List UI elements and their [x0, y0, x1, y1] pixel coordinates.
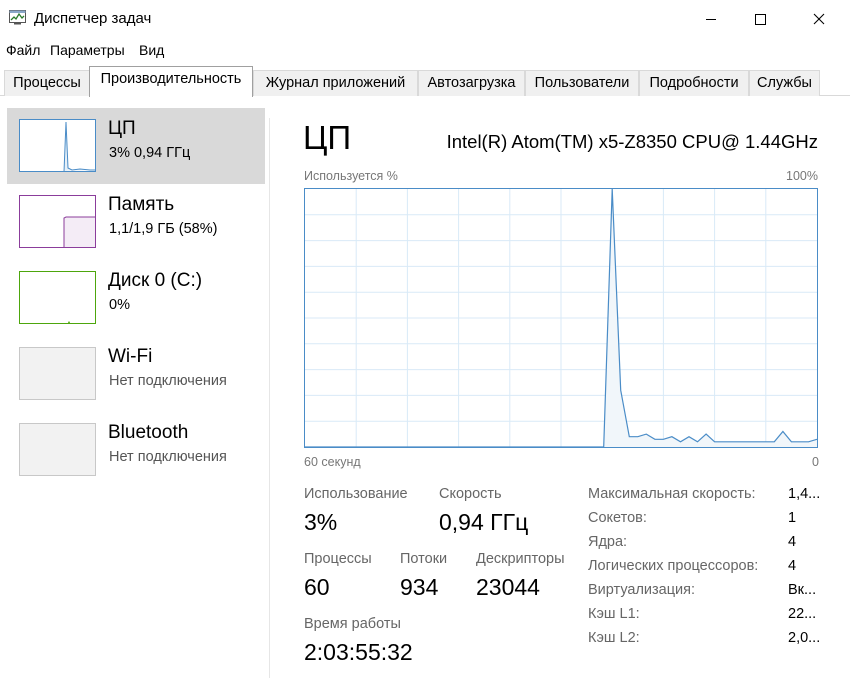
device-name: Диск 0 (C:) [108, 270, 203, 291]
task-manager-icon [9, 10, 26, 25]
cpu-model: Intel(R) Atom(TM) x5-Z8350 CPU@ 1.44GHz [446, 131, 818, 152]
detail-logical-value: 4 [788, 558, 797, 574]
usage-label: Использование [304, 486, 408, 502]
device-subtitle: 1,1/1,9 ГБ (58%) [109, 221, 218, 237]
menu-bar: Файл Параметры Вид [0, 38, 850, 62]
detail-l2-label: Кэш L2: [588, 630, 640, 646]
device-item-bluetooth[interactable]: Bluetooth Нет подключения [7, 412, 265, 488]
graph-grid [305, 189, 817, 447]
device-subtitle: 3% 0,94 ГГц [109, 145, 191, 161]
menu-file[interactable]: Файл [6, 42, 40, 58]
device-item-memory[interactable]: Память 1,1/1,9 ГБ (58%) [7, 184, 265, 260]
usage-value: 3% [304, 509, 338, 535]
maximize-button[interactable] [737, 0, 783, 38]
uptime-value: 2:03:55:32 [304, 639, 413, 665]
graph-y-label: Используется % [304, 169, 398, 183]
cpu-detail-pane: ЦП Intel(R) Atom(TM) x5-Z8350 CPU@ 1.44G… [270, 97, 850, 678]
tab-startup[interactable]: Автозагрузка [418, 70, 525, 96]
menu-view[interactable]: Вид [139, 42, 164, 58]
detail-l1-value: 22... [788, 606, 817, 622]
bluetooth-mini-graph [19, 423, 96, 476]
tab-processes[interactable]: Процессы [4, 70, 90, 96]
device-item-disk[interactable]: Диск 0 (C:) 0% [7, 260, 265, 336]
processes-label: Процессы [304, 551, 372, 567]
window-title: Диспетчер задач [34, 10, 152, 27]
minimize-button[interactable] [688, 0, 734, 38]
handles-value: 23044 [476, 574, 540, 600]
cpu-mini-graph [19, 119, 96, 172]
page-title: ЦП [303, 119, 352, 156]
detail-virtualization-value: Вк... [788, 582, 817, 598]
menu-options[interactable]: Параметры [50, 42, 125, 58]
detail-max-speed-label: Максимальная скорость: [588, 486, 756, 502]
device-list: ЦП 3% 0,94 ГГц Память 1,1/1,9 ГБ (58%) Д… [0, 97, 270, 678]
tab-users[interactable]: Пользователи [525, 70, 639, 96]
title-bar: Диспетчер задач [0, 0, 850, 38]
detail-logical-label: Логических процессоров: [588, 558, 759, 574]
wifi-mini-graph [19, 347, 96, 400]
graph-x-left-label: 60 секунд [304, 455, 361, 469]
device-item-cpu[interactable]: ЦП 3% 0,94 ГГц [7, 108, 265, 184]
tab-bar: Процессы Производительность Журнал прило… [0, 64, 850, 97]
tab-services[interactable]: Службы [749, 70, 820, 96]
tab-details[interactable]: Подробности [639, 70, 749, 96]
maximize-icon [755, 14, 766, 25]
device-name: ЦП [108, 118, 136, 139]
device-name: Bluetooth [108, 422, 189, 443]
threads-value: 934 [400, 574, 439, 600]
detail-l1-label: Кэш L1: [588, 606, 640, 622]
detail-sockets-value: 1 [788, 510, 797, 526]
processes-value: 60 [304, 574, 330, 600]
threads-label: Потоки [400, 551, 448, 567]
detail-virtualization-label: Виртуализация: [588, 582, 696, 598]
device-name: Wi-Fi [108, 346, 153, 367]
detail-cores-label: Ядра: [588, 534, 628, 550]
speed-label: Скорость [439, 486, 502, 502]
device-name: Память [108, 194, 175, 215]
handles-label: Дескрипторы [476, 551, 565, 567]
tab-app-history[interactable]: Журнал приложений [253, 70, 418, 96]
detail-sockets-label: Сокетов: [588, 510, 647, 526]
device-item-wifi[interactable]: Wi-Fi Нет подключения [7, 336, 265, 412]
speed-value: 0,94 ГГц [439, 509, 529, 535]
cpu-usage-graph [304, 188, 818, 448]
device-subtitle: Нет подключения [109, 449, 227, 465]
close-icon [813, 13, 825, 25]
graph-x-right-label: 0 [812, 455, 819, 469]
detail-max-speed-value: 1,4... [788, 486, 821, 502]
detail-cores-value: 4 [788, 534, 797, 550]
uptime-label: Время работы [304, 616, 401, 632]
device-subtitle: 0% [109, 297, 130, 313]
detail-l2-value: 2,0... [788, 630, 821, 646]
memory-mini-graph [19, 195, 96, 248]
device-subtitle: Нет подключения [109, 373, 227, 389]
graph-y-max-label: 100% [786, 169, 818, 183]
close-button[interactable] [796, 0, 842, 38]
tab-performance[interactable]: Производительность [89, 66, 253, 97]
minimize-icon [706, 19, 716, 20]
disk-mini-graph [19, 271, 96, 324]
